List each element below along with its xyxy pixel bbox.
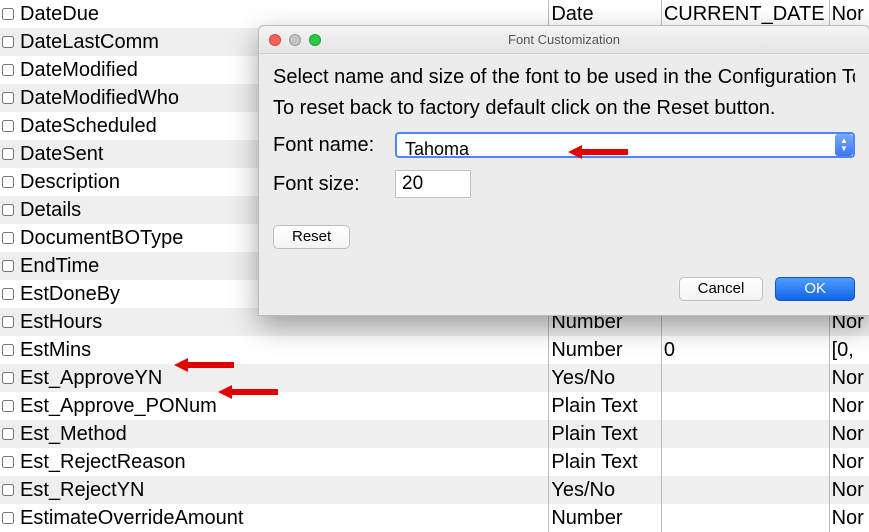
row-checkbox[interactable] (2, 428, 14, 440)
table-row[interactable]: Est_ApproveYNYes/No Nor (0, 364, 869, 392)
row-name: Est_Method (18, 420, 549, 448)
row-value (661, 364, 829, 392)
row-checkbox-cell (0, 252, 18, 280)
row-checkbox-cell (0, 168, 18, 196)
row-checkbox-cell (0, 140, 18, 168)
row-checkbox[interactable] (2, 120, 14, 132)
row-checkbox-cell (0, 364, 18, 392)
table-row[interactable]: DateDueDateCURRENT_DATENor (0, 0, 869, 28)
row-checkbox-cell (0, 308, 18, 336)
row-checkbox-cell (0, 0, 18, 28)
row-checkbox[interactable] (2, 456, 14, 468)
reset-button[interactable]: Reset (273, 225, 350, 249)
row-name: Est_ApproveYN (18, 364, 549, 392)
row-last: Nor (829, 504, 869, 532)
row-value (661, 504, 829, 532)
row-last: Nor (829, 476, 869, 504)
zoom-icon[interactable] (309, 34, 321, 46)
row-value: 0 (661, 336, 829, 364)
row-checkbox-cell (0, 448, 18, 476)
table-row[interactable]: EstMinsNumber0[0, (0, 336, 869, 364)
row-checkbox[interactable] (2, 232, 14, 244)
font-name-value: Tahoma (405, 138, 469, 160)
dialog-title: Font Customization (259, 32, 869, 47)
row-checkbox-cell (0, 420, 18, 448)
font-customization-dialog: Font Customization Select name and size … (258, 25, 869, 316)
row-checkbox-cell (0, 504, 18, 532)
table-row[interactable]: Est_MethodPlain Text Nor (0, 420, 869, 448)
row-type: Date (549, 0, 661, 28)
ok-button[interactable]: OK (775, 277, 855, 301)
row-checkbox-cell (0, 392, 18, 420)
row-checkbox[interactable] (2, 484, 14, 496)
row-value (661, 392, 829, 420)
row-checkbox[interactable] (2, 36, 14, 48)
row-checkbox-cell (0, 28, 18, 56)
row-checkbox[interactable] (2, 344, 14, 356)
row-checkbox-cell (0, 280, 18, 308)
row-name: EstMins (18, 336, 549, 364)
titlebar: Font Customization (259, 26, 869, 54)
row-type: Number (549, 336, 661, 364)
font-name-label: Font name: (273, 134, 395, 157)
row-type: Yes/No (549, 476, 661, 504)
table-row[interactable]: Est_Approve_PONumPlain Text Nor (0, 392, 869, 420)
table-row[interactable]: Est_RejectYNYes/No Nor (0, 476, 869, 504)
row-type: Number (549, 504, 661, 532)
row-checkbox[interactable] (2, 176, 14, 188)
close-icon[interactable] (269, 34, 281, 46)
row-checkbox[interactable] (2, 288, 14, 300)
row-last: Nor (829, 448, 869, 476)
row-checkbox[interactable] (2, 372, 14, 384)
row-value (661, 476, 829, 504)
row-name: Est_Approve_PONum (18, 392, 549, 420)
dialog-instruction-1: Select name and size of the font to be u… (273, 66, 855, 89)
row-checkbox-cell (0, 336, 18, 364)
row-checkbox-cell (0, 224, 18, 252)
row-checkbox[interactable] (2, 400, 14, 412)
font-size-input[interactable] (395, 170, 471, 198)
row-checkbox[interactable] (2, 8, 14, 20)
cancel-button[interactable]: Cancel (679, 277, 764, 301)
row-checkbox[interactable] (2, 316, 14, 328)
row-name: Est_RejectReason (18, 448, 549, 476)
row-checkbox[interactable] (2, 512, 14, 524)
row-last: Nor (829, 0, 869, 28)
row-last: Nor (829, 364, 869, 392)
row-checkbox-cell (0, 84, 18, 112)
font-size-label: Font size: (273, 173, 395, 196)
row-checkbox-cell (0, 112, 18, 140)
row-checkbox[interactable] (2, 64, 14, 76)
row-checkbox[interactable] (2, 148, 14, 160)
font-name-select[interactable]: Tahoma ▲▼ (395, 132, 855, 158)
row-checkbox[interactable] (2, 92, 14, 104)
row-checkbox[interactable] (2, 204, 14, 216)
minimize-icon (289, 34, 301, 46)
row-value (661, 420, 829, 448)
row-checkbox-cell (0, 196, 18, 224)
row-type: Plain Text (549, 392, 661, 420)
row-type: Plain Text (549, 448, 661, 476)
row-last: [0, (829, 336, 869, 364)
row-name: DateDue (18, 0, 549, 28)
row-name: Est_RejectYN (18, 476, 549, 504)
row-last: Nor (829, 420, 869, 448)
table-row[interactable]: EstimateOverrideAmountNumber Nor (0, 504, 869, 532)
row-checkbox-cell (0, 476, 18, 504)
row-value: CURRENT_DATE (661, 0, 829, 28)
row-type: Plain Text (549, 420, 661, 448)
row-type: Yes/No (549, 364, 661, 392)
row-name: EstimateOverrideAmount (18, 504, 549, 532)
row-last: Nor (829, 392, 869, 420)
row-checkbox[interactable] (2, 260, 14, 272)
row-value (661, 448, 829, 476)
select-stepper-icon[interactable]: ▲▼ (835, 134, 853, 156)
dialog-instruction-2: To reset back to factory default click o… (273, 97, 855, 120)
table-row[interactable]: Est_RejectReasonPlain Text Nor (0, 448, 869, 476)
row-checkbox-cell (0, 56, 18, 84)
